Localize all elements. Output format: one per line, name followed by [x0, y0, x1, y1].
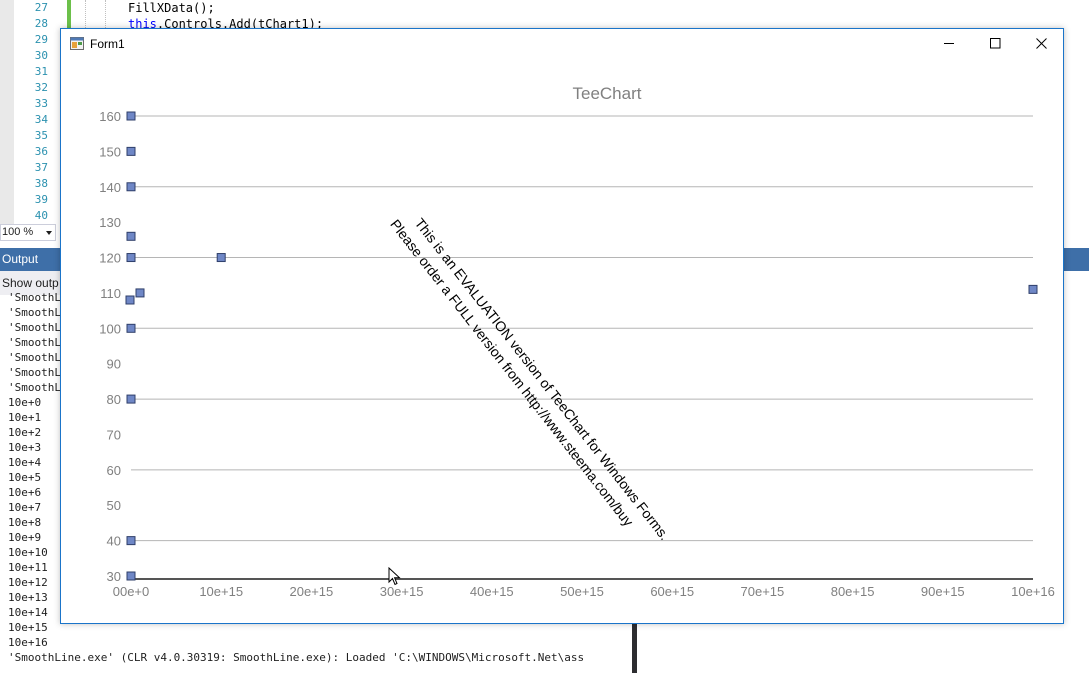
- maximize-icon: [990, 38, 1001, 49]
- data-point: [126, 323, 136, 333]
- y-tick-label: 120: [99, 251, 121, 266]
- evaluation-watermark: This is an EVALUATION version of TeeChar…: [387, 215, 673, 543]
- y-tick-label: 60: [107, 463, 121, 478]
- data-point: [126, 111, 136, 121]
- y-tick-label: 40: [107, 534, 121, 549]
- minimize-icon: [944, 43, 954, 44]
- x-tick-label: 20e+15: [290, 584, 334, 599]
- data-point: [126, 394, 136, 404]
- y-tick-label: 150: [99, 144, 121, 159]
- line-number: 39: [34, 193, 48, 206]
- data-point: [125, 295, 135, 305]
- data-point: [126, 146, 136, 156]
- line-number: 40: [34, 209, 48, 222]
- line-number: 35: [34, 129, 48, 142]
- line-number: 32: [34, 81, 48, 94]
- data-point: [1028, 284, 1038, 294]
- zoom-value: 100 %: [2, 226, 34, 238]
- form-title: Form1: [90, 37, 125, 51]
- indent-guide: [85, 0, 86, 30]
- form-titlebar[interactable]: Form1: [61, 29, 1063, 59]
- change-tracking-bar: [67, 0, 71, 30]
- x-tick-label: 90e+15: [921, 584, 965, 599]
- data-point: [135, 288, 145, 298]
- x-tick-label: 80e+15: [831, 584, 875, 599]
- line-number: 34: [34, 113, 48, 126]
- line-number: 36: [34, 145, 48, 158]
- line-number-gutter: 27 28 29 30 31 32 33 34 35 36 37 38 39 40: [14, 0, 54, 224]
- data-point: [216, 253, 226, 263]
- close-button[interactable]: [1018, 29, 1064, 59]
- close-icon: [1036, 38, 1047, 49]
- x-tick-label: 10e+16: [1011, 584, 1055, 599]
- line-number: 30: [34, 49, 48, 62]
- code-line-27[interactable]: FillXData();: [128, 0, 215, 16]
- data-point: [126, 536, 136, 546]
- scatter-chart: TeeChart 160 150 140 130 120 110 100 90 80 70 60 50 4…: [99, 84, 1055, 599]
- line-number: 31: [34, 65, 48, 78]
- line-number: 37: [34, 161, 48, 174]
- watermark-line: Please order a FULL version from http://…: [387, 216, 636, 529]
- mouse-cursor-icon: [388, 567, 401, 586]
- x-tick-label: 70e+15: [741, 584, 785, 599]
- chart-title: TeeChart: [573, 84, 642, 103]
- output-panel-title: Output: [2, 252, 39, 266]
- show-output-label: Show outp: [2, 276, 59, 290]
- data-point: [126, 182, 136, 192]
- line-number: 29: [34, 33, 48, 46]
- line-number: 33: [34, 97, 48, 110]
- chevron-down-icon: [46, 231, 52, 235]
- data-point: [126, 231, 136, 241]
- minimize-button[interactable]: [926, 29, 972, 59]
- y-tick-label: 30: [107, 569, 121, 584]
- data-point: [126, 253, 136, 263]
- teechart-control[interactable]: TeeChart 160 150 140 130 120 110 100 90 80 70 60 50 4…: [61, 59, 1063, 623]
- output-scrollbar[interactable]: [632, 622, 637, 673]
- x-tick-label: 00e+0: [113, 584, 150, 599]
- watermark-line: This is an EVALUATION version of TeeChar…: [412, 215, 673, 543]
- line-number: 27: [34, 1, 48, 14]
- line-number: 38: [34, 177, 48, 190]
- x-tick-label: 50e+15: [560, 584, 604, 599]
- form1-window[interactable]: Form1 TeeChart 160 150 140 130 120 110 100 90 80 7…: [60, 28, 1064, 624]
- winforms-app-icon: [70, 37, 84, 50]
- x-tick-label: 40e+15: [470, 584, 514, 599]
- y-tick-label: 100: [99, 321, 121, 336]
- output-line: 'SmoothLine.exe' (CLR v4.0.30319: Smooth…: [8, 651, 585, 664]
- x-tick-label: 10e+15: [199, 584, 243, 599]
- maximize-button[interactable]: [972, 29, 1018, 59]
- output-line: 10e+16: [8, 636, 48, 649]
- y-tick-label: 90: [107, 357, 121, 372]
- y-tick-label: 130: [99, 215, 121, 230]
- y-tick-label: 50: [107, 498, 121, 513]
- y-tick-label: 140: [99, 180, 121, 195]
- data-point: [126, 571, 136, 581]
- zoom-dropdown[interactable]: 100 %: [0, 224, 56, 241]
- editor-glyph-margin: [0, 0, 14, 224]
- y-tick-label: 110: [100, 286, 121, 301]
- y-tick-label: 80: [107, 392, 121, 407]
- indent-guide: [105, 0, 106, 30]
- line-number: 28: [34, 17, 48, 30]
- y-tick-label: 70: [107, 427, 121, 442]
- x-tick-label: 60e+15: [650, 584, 694, 599]
- y-tick-label: 160: [99, 109, 121, 124]
